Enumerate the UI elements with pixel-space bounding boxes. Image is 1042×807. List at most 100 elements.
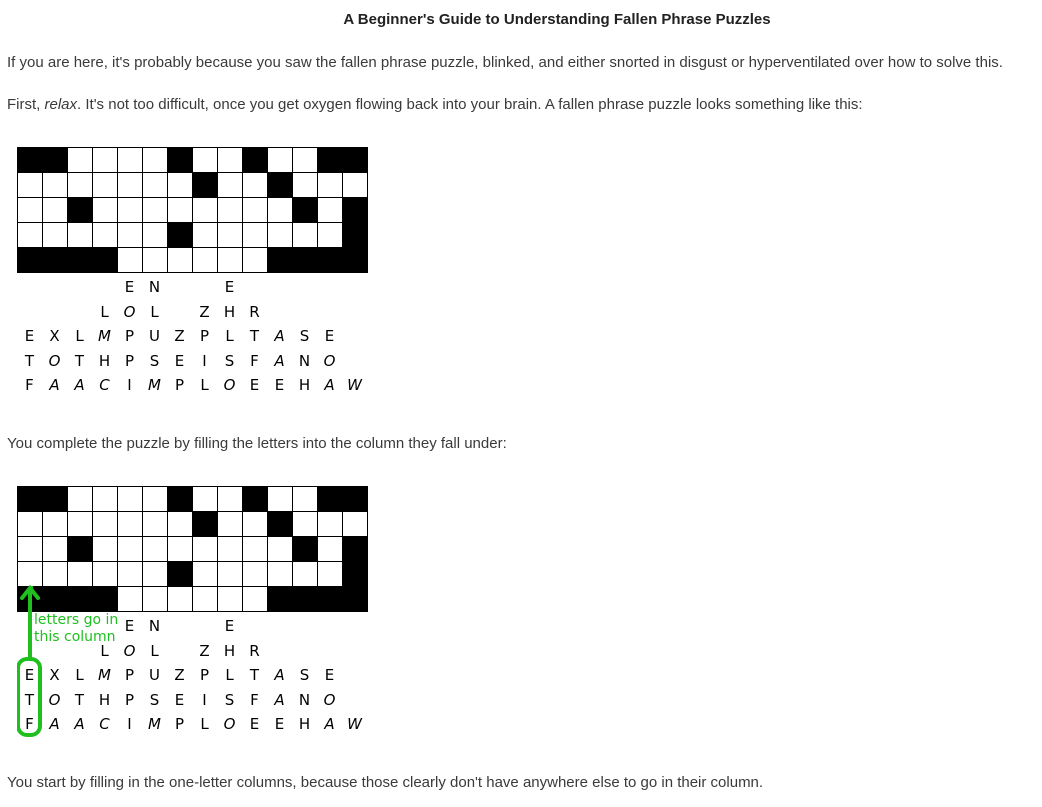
intro-paragraph: If you are here, it's probably because y…: [7, 54, 1003, 71]
empty-cell: [268, 148, 293, 173]
empty-cell: [43, 198, 68, 223]
puzzle-letter: M: [148, 376, 161, 395]
empty-cell: [68, 223, 93, 248]
letter-row: FAACIMPLOEEHAW: [17, 373, 368, 398]
puzzle-letter: E: [124, 278, 135, 297]
puzzle-letter: N: [148, 278, 161, 297]
fallen-letters: ENELOLZHREXLMPUZPLTASETOTHPSEISFANOFAACI…: [17, 275, 368, 398]
puzzle-letter: L: [100, 302, 109, 321]
text: It's not too difficult, once you get oxy…: [85, 96, 863, 113]
empty-cell: [193, 198, 218, 223]
black-cell: [268, 248, 293, 273]
black-cell: [43, 148, 68, 173]
empty-cell: [143, 148, 168, 173]
empty-cell: [218, 148, 243, 173]
puzzle-letter: S: [299, 327, 310, 346]
empty-cell: [318, 173, 343, 198]
puzzle-letter: H: [298, 376, 311, 395]
black-cell: [268, 173, 293, 198]
puzzle-letter: L: [225, 327, 234, 346]
puzzle-letter: E: [324, 327, 335, 346]
puzzle-letter: L: [75, 327, 84, 346]
fallen-phrase-puzzle-annotated: ENELOLZHREXLMPUZPLTASETOTHPSEISFANOFAACI…: [17, 486, 368, 737]
puzzle-letter: S: [224, 351, 235, 370]
empty-cell: [243, 173, 268, 198]
empty-cell: [168, 173, 193, 198]
empty-cell: [293, 173, 318, 198]
complete-paragraph: You complete the puzzle by filling the l…: [7, 435, 507, 452]
empty-cell: [43, 173, 68, 198]
fallen-phrase-puzzle: ENELOLZHREXLMPUZPLTASETOTHPSEISFANOFAACI…: [17, 147, 368, 398]
black-cell: [18, 248, 43, 273]
empty-cell: [143, 223, 168, 248]
empty-cell: [193, 148, 218, 173]
empty-cell: [218, 223, 243, 248]
puzzle-letter: R: [249, 302, 260, 321]
puzzle-letter: W: [347, 376, 362, 395]
empty-cell: [318, 223, 343, 248]
empty-cell: [318, 198, 343, 223]
empty-cell: [218, 248, 243, 273]
puzzle-letter: E: [174, 351, 185, 370]
puzzle-letter: E: [24, 327, 35, 346]
black-cell: [93, 248, 118, 273]
black-cell: [168, 223, 193, 248]
puzzle-letter: E: [274, 376, 285, 395]
letter-row: ENE: [17, 275, 368, 300]
puzzle-letter: A: [49, 376, 60, 395]
black-cell: [168, 148, 193, 173]
puzzle-letter: L: [200, 376, 209, 395]
puzzle-letter: I: [127, 376, 132, 395]
empty-cell: [118, 198, 143, 223]
empty-cell: [143, 173, 168, 198]
empty-cell: [118, 223, 143, 248]
puzzle-letter: H: [98, 351, 111, 370]
puzzle-letter: H: [223, 302, 236, 321]
black-cell: [43, 248, 68, 273]
puzzle-letter: T: [24, 351, 35, 370]
empty-cell: [168, 248, 193, 273]
empty-cell: [93, 148, 118, 173]
letter-row: EXLMPUZPLTASE: [17, 324, 368, 349]
puzzle-letter: I: [202, 351, 207, 370]
puzzle-letter: F: [25, 376, 34, 395]
empty-cell: [218, 173, 243, 198]
puzzle-letter: C: [99, 376, 110, 395]
empty-cell: [118, 248, 143, 273]
empty-cell: [193, 223, 218, 248]
text: First,: [7, 96, 45, 113]
puzzle-grid: [17, 147, 368, 273]
puzzle-letter: O: [123, 302, 136, 321]
puzzle-letter: Z: [199, 302, 210, 321]
empty-cell: [118, 148, 143, 173]
black-cell: [293, 248, 318, 273]
empty-cell: [218, 198, 243, 223]
black-cell: [293, 198, 318, 223]
black-cell: [68, 198, 93, 223]
puzzle-letter: A: [74, 376, 85, 395]
empty-cell: [293, 148, 318, 173]
black-cell: [343, 248, 368, 273]
page-title: A Beginner's Guide to Understanding Fall…: [343, 11, 771, 28]
puzzle-letter: A: [274, 327, 285, 346]
empty-cell: [18, 223, 43, 248]
empty-cell: [243, 223, 268, 248]
puzzle-letter: O: [48, 351, 61, 370]
puzzle-letter: E: [249, 376, 260, 395]
puzzle-letter: O: [223, 376, 236, 395]
puzzle-letter: F: [250, 351, 259, 370]
empty-cell: [293, 223, 318, 248]
annotation-label: letters go in this column: [34, 612, 118, 646]
black-cell: [318, 248, 343, 273]
puzzle-letter: A: [324, 376, 335, 395]
puzzle-letter: S: [149, 351, 160, 370]
empty-cell: [143, 248, 168, 273]
relax-paragraph: First, relax. It's not too difficult, on…: [7, 96, 863, 113]
puzzle-letter: T: [74, 351, 85, 370]
black-cell: [68, 248, 93, 273]
empty-cell: [243, 198, 268, 223]
empty-cell: [343, 173, 368, 198]
empty-cell: [268, 198, 293, 223]
puzzle-letter: P: [124, 351, 135, 370]
emphasis: relax: [44, 96, 78, 113]
